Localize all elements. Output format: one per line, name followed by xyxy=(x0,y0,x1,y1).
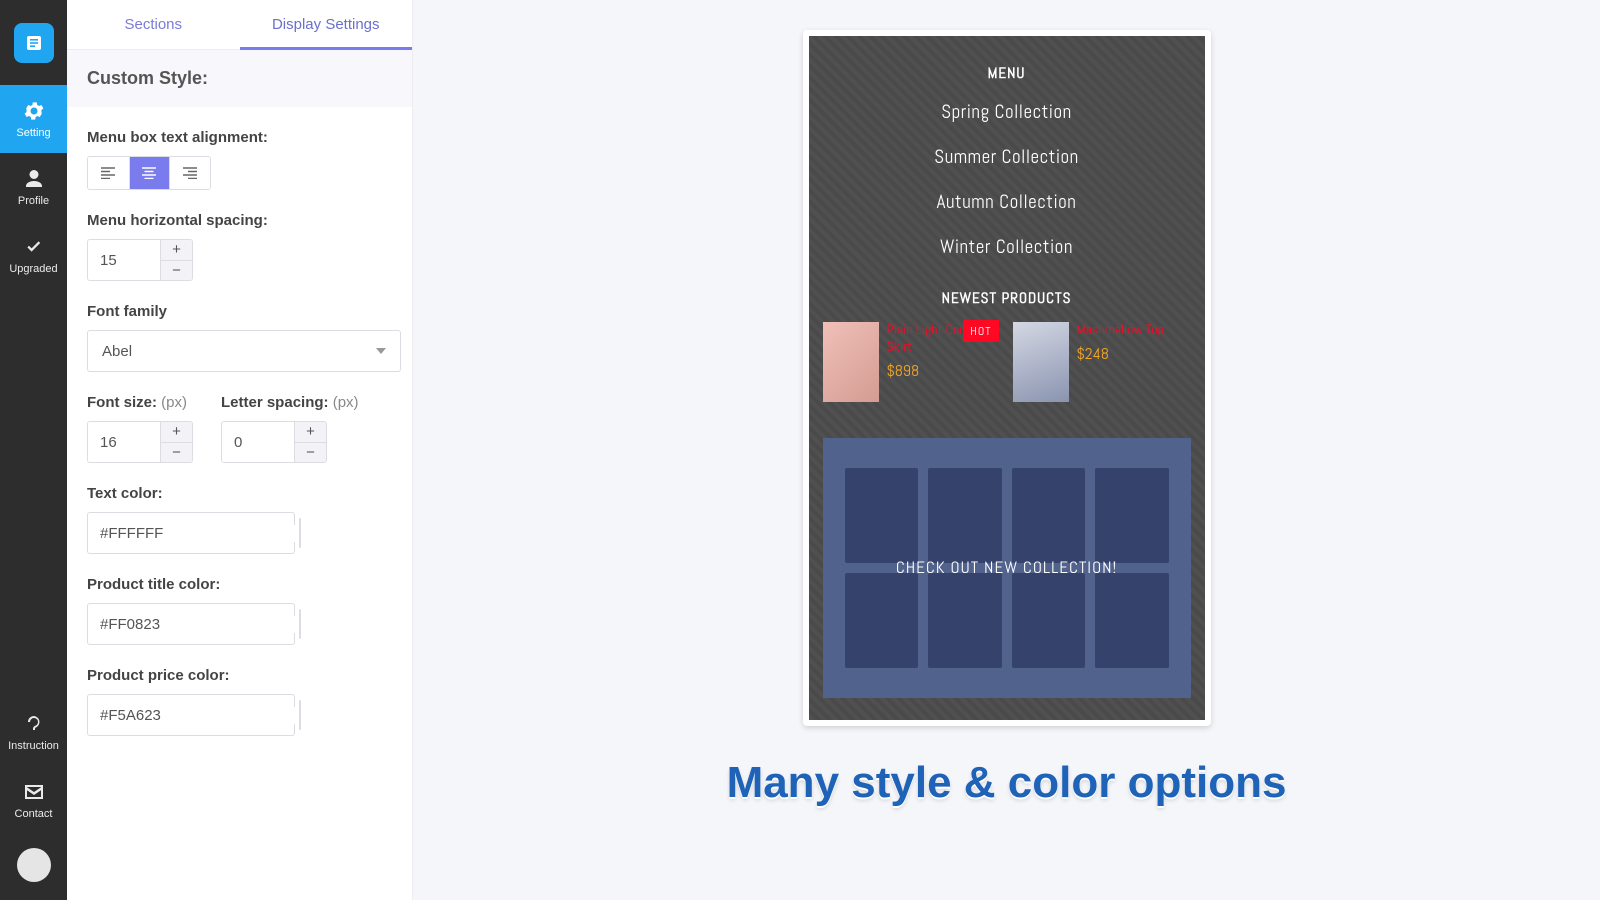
rail-label: Contact xyxy=(15,808,53,820)
section-header: Custom Style: xyxy=(67,50,412,107)
hspacing-stepper: + − xyxy=(87,239,193,281)
hspacing-input[interactable] xyxy=(88,240,160,280)
fontfamily-label: Font family xyxy=(87,303,392,320)
preview-product[interactable]: Plain Light Coral Skirt $898 HOT xyxy=(823,322,1001,402)
app-logo xyxy=(0,0,67,85)
mail-icon xyxy=(22,780,46,804)
letterspacing-increment[interactable]: + xyxy=(295,422,326,442)
letterspacing-stepper: + − xyxy=(221,421,327,463)
pricecolor-field xyxy=(87,694,295,736)
textcolor-swatch[interactable] xyxy=(299,518,301,548)
preview-scroll[interactable]: MENU Spring Collection Summer Collection… xyxy=(809,36,1205,720)
tab-display-settings[interactable]: Display Settings xyxy=(240,0,413,49)
preview-canvas: MENU Spring Collection Summer Collection… xyxy=(413,0,1600,900)
textcolor-label: Text color: xyxy=(87,485,392,502)
user-avatar[interactable] xyxy=(17,848,51,882)
align-center-button[interactable] xyxy=(129,157,170,189)
hot-badge: HOT xyxy=(963,320,998,342)
letterspacing-decrement[interactable]: − xyxy=(295,442,326,463)
fontsize-input[interactable] xyxy=(88,422,160,462)
logo-icon xyxy=(14,23,54,63)
titlecolor-input[interactable] xyxy=(100,616,299,633)
rail-upgraded[interactable]: Upgraded xyxy=(0,221,67,289)
preview-product[interactable]: Mashmallow Top $248 xyxy=(1013,322,1191,402)
left-rail: Setting Profile Upgraded Instruction Con… xyxy=(0,0,67,900)
fontsize-increment[interactable]: + xyxy=(161,422,192,442)
titlecolor-swatch[interactable] xyxy=(299,609,301,639)
preview-menu-list: Spring Collection Summer Collection Autu… xyxy=(823,99,1191,259)
preview-menu-item[interactable]: Winter Collection xyxy=(823,234,1191,259)
letterspacing-label: Letter spacing: (px) xyxy=(221,394,359,411)
preview-frame: MENU Spring Collection Summer Collection… xyxy=(803,30,1211,726)
rail-label: Upgraded xyxy=(9,263,57,275)
fontfamily-value: Abel xyxy=(102,343,132,360)
preview-newest-heading: NEWEST PRODUCTS xyxy=(823,289,1191,308)
hspacing-label: Menu horizontal spacing: xyxy=(87,212,392,229)
product-thumb xyxy=(823,322,879,402)
tab-sections[interactable]: Sections xyxy=(67,0,240,49)
preview-menu-item[interactable]: Summer Collection xyxy=(823,144,1191,169)
fontfamily-select[interactable]: Abel xyxy=(87,330,401,372)
textcolor-input[interactable] xyxy=(100,525,299,542)
alignment-label: Menu box text alignment: xyxy=(87,129,392,146)
align-left-button[interactable] xyxy=(88,157,129,189)
align-right-button[interactable] xyxy=(169,157,210,189)
rail-label: Setting xyxy=(16,127,50,139)
pricecolor-input[interactable] xyxy=(100,707,299,724)
align-left-icon xyxy=(101,167,115,179)
product-title: Mashmallow Top xyxy=(1077,322,1165,339)
rail-profile[interactable]: Profile xyxy=(0,153,67,221)
user-icon xyxy=(22,167,46,191)
align-right-icon xyxy=(183,167,197,179)
preview-banner[interactable]: CHECK OUT NEW COLLECTION! xyxy=(823,438,1191,698)
check-icon xyxy=(22,235,46,259)
rail-setting[interactable]: Setting xyxy=(0,85,67,153)
alignment-group xyxy=(87,156,211,190)
pricecolor-swatch[interactable] xyxy=(299,700,301,730)
letterspacing-input[interactable] xyxy=(222,422,294,462)
titlecolor-field xyxy=(87,603,295,645)
preview-menu-heading: MENU xyxy=(823,64,1191,83)
product-price: $248 xyxy=(1077,343,1165,364)
banner-text: CHECK OUT NEW COLLECTION! xyxy=(896,557,1117,579)
settings-panel: Sections Display Settings Custom Style: … xyxy=(67,0,413,900)
hspacing-increment[interactable]: + xyxy=(161,240,192,260)
chevron-down-icon xyxy=(376,348,386,354)
question-icon xyxy=(22,712,46,736)
rail-label: Instruction xyxy=(8,740,59,752)
hspacing-decrement[interactable]: − xyxy=(161,260,192,281)
preview-menu-item[interactable]: Spring Collection xyxy=(823,99,1191,124)
textcolor-field xyxy=(87,512,295,554)
rail-contact[interactable]: Contact xyxy=(0,766,67,834)
align-center-icon xyxy=(142,167,156,179)
product-thumb xyxy=(1013,322,1069,402)
fontsize-label: Font size: (px) xyxy=(87,394,193,411)
gear-icon xyxy=(22,99,46,123)
fontsize-stepper: + − xyxy=(87,421,193,463)
titlecolor-label: Product title color: xyxy=(87,576,392,593)
hero-caption: Many style & color options xyxy=(413,758,1600,808)
fontsize-decrement[interactable]: − xyxy=(161,442,192,463)
preview-menu-item[interactable]: Autumn Collection xyxy=(823,189,1191,214)
pricecolor-label: Product price color: xyxy=(87,667,392,684)
rail-label: Profile xyxy=(18,195,49,207)
product-price: $898 xyxy=(887,360,1001,381)
rail-instruction[interactable]: Instruction xyxy=(0,698,67,766)
